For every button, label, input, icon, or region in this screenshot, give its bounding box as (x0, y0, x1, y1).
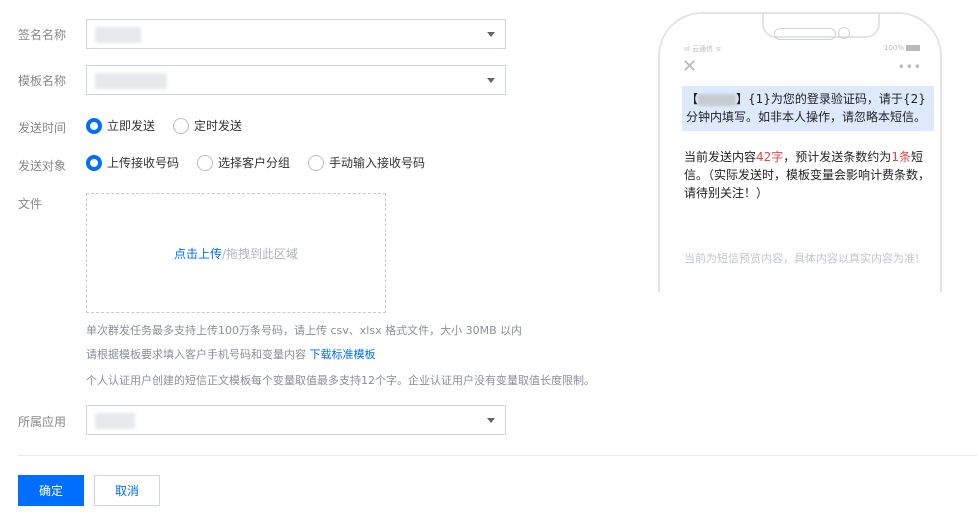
upload-hint: /拖拽到此区域 (221, 246, 299, 261)
sms-count: 1条 (891, 150, 911, 164)
radio-upload-numbers[interactable]: 上传接收号码 (86, 154, 179, 171)
more-icon: ••• (897, 60, 922, 74)
send-target-label: 发送对象 (18, 159, 67, 173)
upload-note-variable-limit: 个人认证用户创建的短信正文模板每个变量取值最多支持12个字。企业认证用户没有变量… (86, 374, 595, 387)
radio-label: 手动输入接收号码 (329, 156, 426, 170)
note-text: 请根据模板要求填入客户手机号码和变量内容 (86, 348, 306, 361)
radio-label: 选择客户分组 (218, 156, 291, 170)
send-time-radio-group: 立即发送 定时发送 (86, 117, 260, 134)
send-info: 当前发送内容42字，预计发送条数约为1条短信。（实际发送时，模板变量会影响计费条… (684, 148, 934, 202)
speaker-icon (774, 28, 836, 40)
radio-label: 上传接收号码 (107, 156, 180, 170)
app-label: 所属应用 (18, 415, 67, 429)
sms-bubble: 【】{1}为您的登录验证码，请于{2}分钟内填写。如非本人操作，请忽略本短信。 (682, 86, 934, 131)
file-label: 文件 (18, 197, 43, 211)
app-select[interactable] (86, 405, 506, 435)
send-target-radio-group: 上传接收号码 选择客户分组 手动输入接收号码 (86, 154, 443, 171)
battery-icon (906, 45, 920, 51)
char-count: 42字 (756, 150, 784, 164)
signal-icon: ııl 云通信 ᯤ (684, 45, 722, 53)
download-template-link[interactable]: 下载标准模板 (310, 348, 376, 361)
camera-icon (838, 27, 850, 39)
radio-select-group[interactable]: 选择客户分组 (197, 154, 290, 171)
app-value-redacted (95, 413, 135, 429)
radio-unchecked-icon (308, 154, 325, 171)
radio-manual-input[interactable]: 手动输入接收号码 (308, 154, 425, 171)
sms-bracket-close: 】 (736, 92, 749, 106)
close-icon: ✕ (682, 56, 698, 77)
signature-select[interactable] (86, 19, 506, 49)
upload-note-template: 请根据模板要求填入客户手机号码和变量内容 下载标准模板 (86, 346, 376, 362)
signature-value-redacted (95, 27, 141, 43)
battery-percent: 100% (883, 44, 904, 52)
radio-label: 立即发送 (107, 119, 156, 133)
radio-unchecked-icon (197, 154, 214, 171)
preview-disclaimer: 当前为短信预览内容，具体内容以真实内容为准! (684, 252, 920, 265)
radio-checked-icon (86, 117, 102, 134)
send-time-label: 发送时间 (18, 121, 67, 135)
upload-link[interactable]: 点击上传 (174, 245, 222, 262)
radio-unchecked-icon (173, 117, 190, 134)
radio-scheduled-send[interactable]: 定时发送 (173, 117, 242, 134)
file-upload-dropzone[interactable]: 点击上传/拖拽到此区域 (86, 193, 386, 313)
phone-preview: ııl 云通信 ᯤ 100% ✕ ••• 【】{1}为您的登录验证码，请于{2}… (658, 12, 942, 292)
radio-checked-icon (86, 154, 102, 171)
template-value-redacted (95, 73, 167, 89)
signature-redacted (698, 93, 737, 106)
radio-label: 定时发送 (194, 119, 243, 133)
radio-send-now[interactable]: 立即发送 (86, 117, 155, 134)
template-select[interactable] (86, 65, 506, 95)
battery-status: 100% (884, 44, 920, 52)
upload-note-limits: 单次群发任务最多支持上传100万条号码，请上传 csv、xlsx 格式文件，大小… (86, 324, 523, 337)
signature-label: 签名名称 (18, 28, 67, 42)
chevron-down-icon (487, 32, 495, 37)
template-label: 模板名称 (18, 74, 67, 88)
info-mid: ，预计发送条数约为 (783, 150, 892, 164)
divider (18, 455, 977, 456)
cancel-button[interactable]: 取消 (94, 475, 160, 506)
confirm-button[interactable]: 确定 (18, 475, 84, 506)
sms-bracket-open: 【 (686, 92, 699, 106)
info-prefix: 当前发送内容 (684, 150, 757, 164)
chevron-down-icon (487, 78, 495, 83)
chevron-down-icon (487, 418, 495, 423)
